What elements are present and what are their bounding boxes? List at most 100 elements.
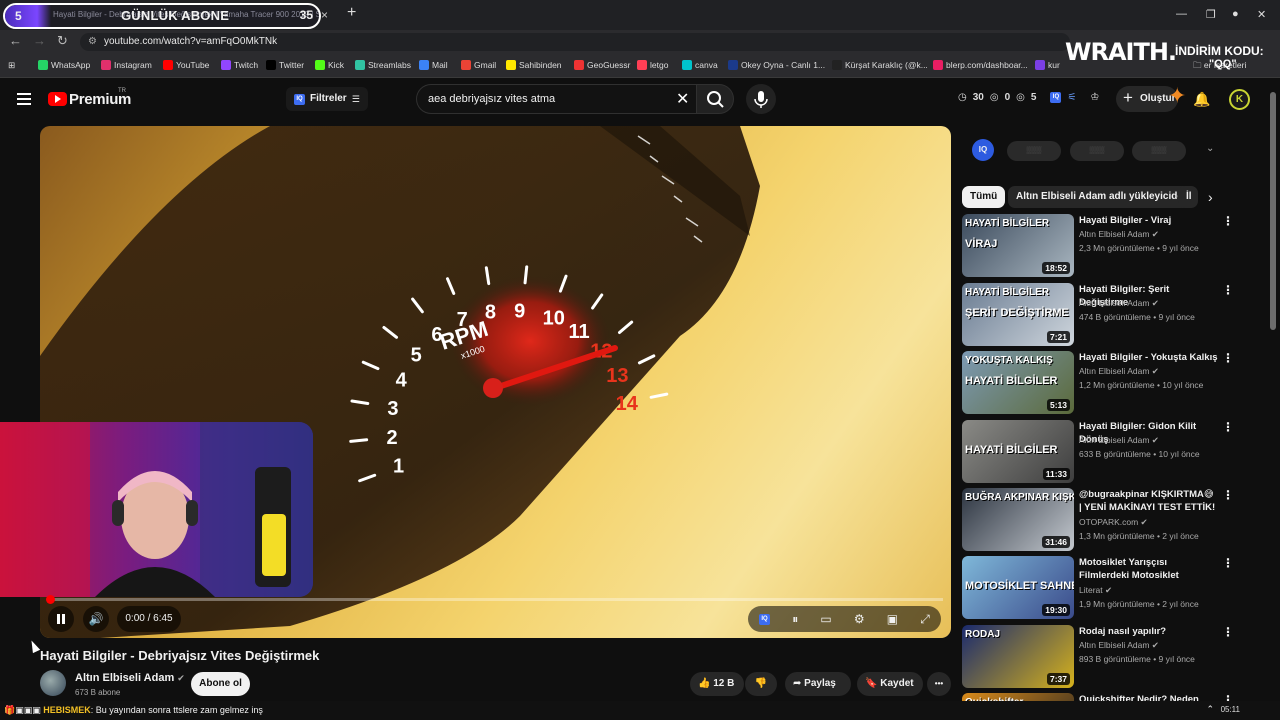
more-options-icon[interactable]: ⋮ bbox=[1222, 283, 1234, 297]
menu-icon[interactable] bbox=[17, 93, 31, 105]
reload-icon[interactable]: ↻ bbox=[57, 33, 68, 49]
tab-close-icon[interactable]: × bbox=[321, 8, 328, 22]
share-button[interactable]: ➦ Paylaş bbox=[785, 672, 851, 696]
fullscreen-icon[interactable]: ⤢ bbox=[920, 612, 930, 627]
bookmark-gmail[interactable]: Gmail bbox=[461, 60, 496, 70]
video-thumbnail[interactable]: MOTOSİKLET SAHNELERİ 19:30 bbox=[962, 556, 1074, 619]
bookmark-whatsapp[interactable]: WhatsApp bbox=[38, 60, 90, 70]
like-button[interactable]: 👍 12 B bbox=[690, 672, 744, 696]
recommended-title[interactable]: @bugraakpinar KIŞKIRTMA😅 | YENİ MAKİNAYI… bbox=[1079, 488, 1219, 515]
bookmark-streamlabs[interactable]: Streamlabs bbox=[355, 60, 411, 70]
chevron-down-icon[interactable]: ⌄ bbox=[1206, 143, 1214, 154]
youtube-logo-icon[interactable] bbox=[48, 92, 67, 106]
autoplay-toggle-icon[interactable]: ⏸ bbox=[792, 612, 798, 627]
bookmark-instagram[interactable]: Instagram bbox=[101, 60, 152, 70]
more-options-icon[interactable]: ⋮ bbox=[1222, 488, 1234, 502]
search-input[interactable]: aea debriyajsız vites atma bbox=[416, 84, 696, 114]
pause-button[interactable] bbox=[48, 606, 74, 632]
settings-gear-icon[interactable]: ⚙ bbox=[854, 612, 865, 626]
recommended-channel[interactable]: Altın Elbiseli Adam ✔ bbox=[1079, 640, 1159, 651]
video-thumbnail[interactable]: RODAJ 7:37 bbox=[962, 625, 1074, 688]
page-scrollbar[interactable] bbox=[1270, 92, 1276, 330]
bookmark-canva[interactable]: canva bbox=[682, 60, 718, 70]
recommended-video[interactable]: YOKUŞTA KALKIŞ HAYATİ BİLGİLER 5:13 Hayati … bbox=[962, 351, 1242, 415]
more-options-icon[interactable]: ⋮ bbox=[1222, 214, 1234, 228]
recommended-video[interactable]: Quickshifter Quickshifter Nedir? Neden⋮ bbox=[962, 693, 1242, 701]
more-options-icon[interactable]: ⋮ bbox=[1222, 420, 1234, 434]
bookmark-k-r-at-karakl-k[interactable]: Kürşat Karaklıç (@k... bbox=[832, 60, 928, 70]
clear-search-icon[interactable]: ✕ bbox=[676, 89, 689, 109]
apps-icon[interactable]: ⊞ bbox=[8, 60, 15, 71]
channel-avatar[interactable] bbox=[40, 670, 66, 696]
new-tab-button[interactable]: + bbox=[347, 4, 356, 22]
bookmark-twitch[interactable]: Twitch bbox=[221, 60, 258, 70]
recommended-title[interactable]: Hayati Bilgiler - Viraj bbox=[1079, 214, 1219, 227]
more-options-icon[interactable]: ⋮ bbox=[1222, 693, 1234, 701]
chip-all[interactable]: Tümü bbox=[962, 186, 1006, 208]
bookmark-mail[interactable]: Mail bbox=[419, 60, 448, 70]
bookmark-kur[interactable]: kur bbox=[1035, 60, 1060, 70]
url-field[interactable]: ⚙ youtube.com/watch?v=amFqO0MkTNk bbox=[80, 33, 1070, 51]
recommended-channel[interactable]: Altın Elbiseli Adam ✔ bbox=[1079, 435, 1159, 446]
search-button[interactable] bbox=[696, 84, 734, 114]
profile-icon[interactable]: ● bbox=[1232, 8, 1239, 20]
video-thumbnail[interactable]: HAYATİ BİLGİLER VİRAJ 18:52 bbox=[962, 214, 1074, 277]
recommended-title[interactable]: Hayati Bilgiler - Yokuşta Kalkış bbox=[1079, 351, 1219, 364]
iq-badge[interactable]: IQ bbox=[972, 139, 994, 161]
video-thumbnail[interactable]: Quickshifter bbox=[962, 693, 1074, 701]
recommended-title[interactable]: Motosiklet Yarışçısı Filmlerdeki Motosik… bbox=[1079, 556, 1219, 583]
minimize-icon[interactable]: — bbox=[1176, 8, 1187, 20]
blurred-pill[interactable]: ▒▒▒ bbox=[1070, 141, 1124, 161]
volume-icon[interactable]: 🔊 bbox=[83, 606, 109, 632]
blurred-pill[interactable]: ▒▒▒ bbox=[1132, 141, 1186, 161]
video-thumbnail[interactable]: YOKUŞTA KALKIŞ HAYATİ BİLGİLER 5:13 bbox=[962, 351, 1074, 414]
recommended-title[interactable]: Quickshifter Nedir? Neden bbox=[1079, 693, 1219, 701]
bookmark-blerp-com-dashboar[interactable]: blerp.com/dashboar... bbox=[933, 60, 1028, 70]
recommended-channel[interactable]: Literat ✔ bbox=[1079, 585, 1112, 596]
video-progress-bar[interactable] bbox=[46, 595, 943, 604]
theater-mode-icon[interactable]: ▣ bbox=[887, 612, 898, 626]
bookmark-kick[interactable]: Kick bbox=[315, 60, 344, 70]
subtitles-icon[interactable]: ▭ bbox=[820, 612, 831, 626]
blurred-pill[interactable]: ▒▒▒ bbox=[1007, 141, 1061, 161]
subscribe-button[interactable]: Abone ol bbox=[191, 672, 250, 696]
more-options-icon[interactable]: ⋮ bbox=[1222, 625, 1234, 639]
voice-search-button[interactable] bbox=[746, 84, 776, 114]
recommended-channel[interactable]: OTOPARK.com ✔ bbox=[1079, 517, 1148, 528]
more-options-icon[interactable]: ⋮ bbox=[1222, 556, 1234, 570]
back-icon[interactable]: ← bbox=[9, 33, 22, 48]
video-thumbnail[interactable]: BUĞRA AKPINAR KIŞKIRTMA ! 31:46 bbox=[962, 488, 1074, 551]
recommended-video[interactable]: HAYATİ BİLGİLER VİRAJ 18:52 Hayati Bilgiler… bbox=[962, 214, 1242, 278]
bookmark-youtube[interactable]: YouTube bbox=[163, 60, 209, 70]
forward-icon[interactable]: → bbox=[33, 33, 46, 48]
close-window-icon[interactable]: ✕ bbox=[1257, 8, 1266, 21]
notifications-icon[interactable]: 🔔 bbox=[1193, 91, 1210, 108]
video-thumbnail[interactable]: HAYATİ BİLGİLER 11:33 bbox=[962, 420, 1074, 483]
recommended-video[interactable]: RODAJ 7:37 Rodaj nasıl yapılır? Altın Elbis… bbox=[962, 625, 1242, 689]
filter-icon[interactable]: ⚟ bbox=[1067, 92, 1076, 103]
recommended-video[interactable]: HAYATİ BİLGİLER 11:33 Hayati Bilgiler: Gid… bbox=[962, 420, 1242, 484]
extension-stats[interactable]: ◷ 30 ◎ 0 ◎ 5 IQ ⚟ ♔ bbox=[958, 92, 1099, 103]
chip-related[interactable]: İl bbox=[1178, 186, 1198, 208]
bookmark-sahibinden[interactable]: Sahibinden bbox=[506, 60, 562, 70]
iq-player-icon[interactable]: IQ bbox=[759, 613, 771, 625]
recommended-video[interactable]: HAYATİ BİLGİLER ŞERİT DEĞİŞTİRME 7:21 Hayat… bbox=[962, 283, 1242, 347]
tray-chevron-icon[interactable]: ⌃ bbox=[1206, 704, 1214, 715]
chip-from-uploader[interactable]: Altın Elbiseli Adam adlı yükleyiciden bbox=[1008, 186, 1198, 208]
recommended-channel[interactable]: Altın Elbiseli Adam ✔ bbox=[1079, 298, 1159, 309]
bookmark-okey-oyna-canl-1[interactable]: Okey Oyna - Canlı 1... bbox=[728, 60, 825, 70]
recommended-video[interactable]: BUĞRA AKPINAR KIŞKIRTMA ! 31:46 @bugraakpi… bbox=[962, 488, 1242, 552]
bookmark-letgo[interactable]: letgo bbox=[637, 60, 668, 70]
progress-scrubber[interactable] bbox=[46, 595, 55, 604]
restore-icon[interactable]: ❐ bbox=[1206, 8, 1216, 21]
dislike-button[interactable]: 👎 bbox=[745, 672, 777, 696]
video-thumbnail[interactable]: HAYATİ BİLGİLER ŞERİT DEĞİŞTİRME 7:21 bbox=[962, 283, 1074, 346]
recommended-video[interactable]: MOTOSİKLET SAHNELERİ 19:30 Motosiklet Yarı… bbox=[962, 556, 1242, 620]
recommended-channel[interactable]: Altın Elbiseli Adam ✔ bbox=[1079, 229, 1159, 240]
recommended-channel[interactable]: Altın Elbiseli Adam ✔ bbox=[1079, 366, 1159, 377]
bookmark-twitter[interactable]: Twitter bbox=[266, 60, 304, 70]
save-button[interactable]: 🔖 Kaydet bbox=[857, 672, 923, 696]
trophy-icon[interactable]: ♔ bbox=[1090, 92, 1099, 103]
bookmark-geoguessr[interactable]: GeoGuessr bbox=[574, 60, 630, 70]
filters-button[interactable]: IQ Filtreler ☰ bbox=[286, 87, 368, 111]
